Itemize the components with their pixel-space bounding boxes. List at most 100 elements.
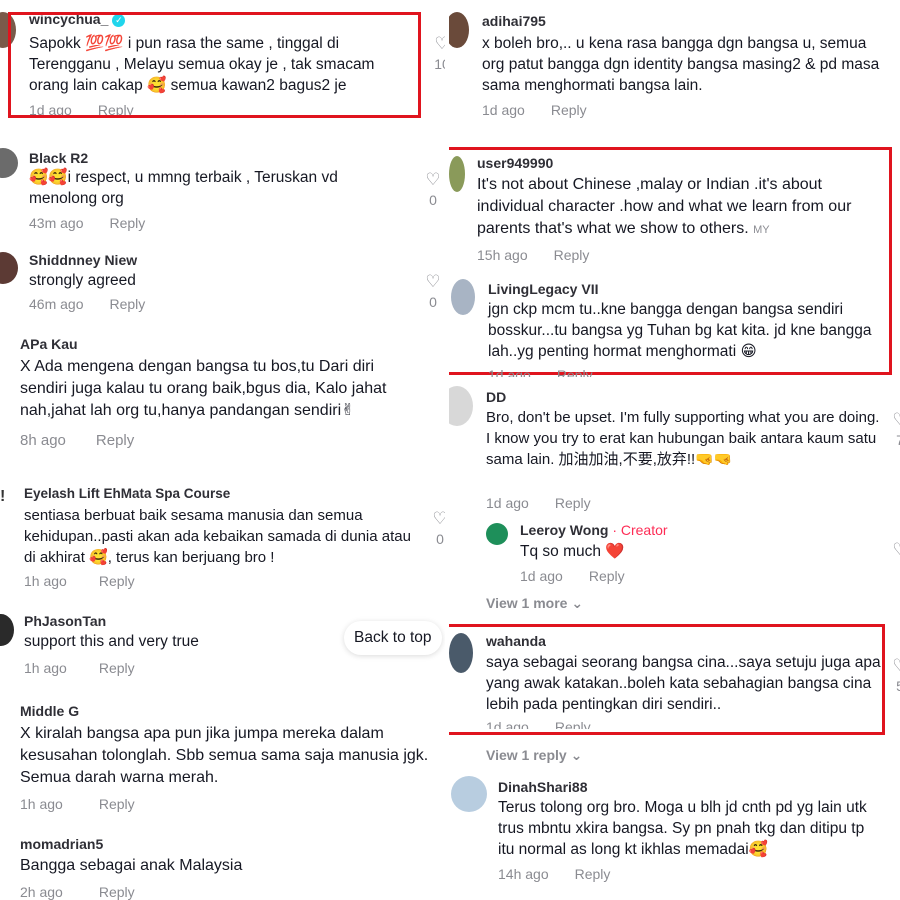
comment-meta: 15h ago Reply	[477, 247, 589, 263]
comment-username[interactable]: PhJasonTan	[24, 613, 106, 629]
reply-button[interactable]: Reply	[99, 660, 135, 676]
comment-time: 2h ago	[20, 884, 63, 900]
comment-meta: 1d ago Reply	[488, 367, 593, 377]
like-button[interactable]: ♡ 0	[423, 273, 443, 313]
comment-text: 🥰🥰i respect, u mmng terbaik , Teruskan v…	[29, 169, 338, 207]
comment-meta: 14h ago Reply	[498, 866, 610, 882]
avatar[interactable]	[449, 12, 469, 48]
comment-time: 1d ago	[488, 367, 531, 377]
comment-meta: 1d ago Reply	[486, 719, 591, 729]
highlight-box	[8, 12, 421, 118]
like-button[interactable]: ♡7	[890, 411, 900, 451]
avatar[interactable]	[449, 633, 473, 673]
comment-time: 1d ago	[520, 568, 563, 584]
comment-text: X Ada mengena dengan bangsa tu bos,tu Da…	[20, 358, 387, 419]
avatar[interactable]	[449, 386, 473, 426]
comment-time: 1h ago	[20, 796, 63, 812]
region-tag: MY	[753, 224, 770, 236]
heart-outline-icon: ♡	[425, 170, 441, 189]
comment-text: strongly agreed	[29, 272, 136, 289]
comment-text: Terus tolong org bro. Moga u blh jd cnth…	[498, 799, 867, 858]
avatar[interactable]	[0, 614, 14, 646]
right-comment-column: adihai795 x boleh bro,.. u kena rasa ban…	[449, 0, 900, 900]
reply-button[interactable]: Reply	[99, 796, 135, 812]
comment-username[interactable]: Black R2	[29, 150, 88, 166]
avatar[interactable]	[0, 148, 18, 178]
like-button[interactable]: ♡ 0	[430, 510, 445, 550]
view-replies-button[interactable]: View 1 reply ⌄	[486, 747, 582, 764]
comment-username[interactable]: wahanda	[486, 633, 546, 649]
avatar[interactable]	[451, 279, 475, 315]
heart-outline-icon: ♡	[890, 657, 900, 675]
comment-time: 14h ago	[498, 866, 549, 882]
reply-button[interactable]: Reply	[109, 215, 145, 231]
avatar[interactable]	[0, 252, 18, 284]
reply-button[interactable]: Reply	[96, 432, 134, 449]
comment-text: sentiasa berbuat baik sesama manusia dan…	[24, 507, 411, 566]
view-more-replies-button[interactable]: View 1 more ⌄	[486, 595, 583, 612]
like-button[interactable]: ♡ 10	[432, 35, 445, 75]
like-button[interactable]: ♡5	[890, 657, 900, 697]
like-count: 0	[429, 294, 437, 310]
avatar[interactable]	[449, 156, 465, 192]
comment-username[interactable]: Eyelash Lift EhMata Spa Course	[24, 486, 230, 501]
comment-username[interactable]: Shiddnney Niew	[29, 252, 137, 268]
comment-username[interactable]: APa Kau	[20, 336, 78, 352]
comment-time: 1d ago	[486, 719, 529, 729]
comment-username[interactable]: user949990	[477, 155, 553, 171]
like-count: 10	[434, 56, 445, 72]
comment-meta: 1h ago Reply	[24, 660, 135, 676]
reply-button[interactable]: Reply	[554, 247, 590, 263]
comment-text: It's not about Chinese ,malay or Indian …	[477, 176, 852, 237]
comment-time: 8h ago	[20, 432, 66, 449]
reply-button[interactable]: Reply	[551, 102, 587, 118]
like-count: 0	[436, 531, 444, 547]
reply-button[interactable]: Reply	[555, 495, 591, 511]
reply-button[interactable]: Reply	[109, 296, 145, 312]
comment-text: Bro, don't be upset. I'm fully supportin…	[486, 409, 880, 468]
comment-time: 1h ago	[24, 573, 67, 589]
heart-outline-icon: ♡	[434, 34, 445, 53]
comment-text: Tq so much ❤️	[520, 543, 625, 560]
heart-outline-icon: ♡	[425, 272, 441, 291]
comment-username[interactable]: DD	[486, 389, 506, 405]
reply-button[interactable]: Reply	[589, 568, 625, 584]
comment-meta: 46m ago Reply	[29, 296, 145, 312]
comment-username[interactable]: Middle G	[20, 703, 79, 719]
comment-meta: 1d ago Reply	[520, 568, 625, 584]
comment-text: jgn ckp mcm tu..kne bangga dengan bangsa…	[488, 301, 872, 360]
creator-badge: · Creator	[612, 522, 668, 538]
reply-button[interactable]: Reply	[555, 719, 591, 729]
comment-text: support this and very true	[24, 633, 199, 650]
reply-button[interactable]: Reply	[575, 866, 611, 882]
comment-username[interactable]: adihai795	[482, 13, 546, 29]
comment-meta: 1h ago Reply	[20, 796, 135, 812]
heart-outline-icon: ♡	[890, 541, 900, 559]
comment-meta: 1h ago Reply	[24, 573, 135, 589]
comment-meta: 1d ago Reply	[486, 495, 591, 511]
comment-time: 1h ago	[24, 660, 67, 676]
back-to-top-button[interactable]: Back to top	[344, 621, 442, 655]
comment-username[interactable]: Leeroy Wong · Creator	[520, 522, 668, 538]
like-button[interactable]: ♡	[890, 541, 900, 559]
comment-text: Bangga sebagai anak Malaysia	[20, 857, 243, 874]
comment-username[interactable]: momadrian5	[20, 836, 103, 852]
comment-time: 43m ago	[29, 215, 84, 231]
comment-text: X kiralah bangsa apa pun jika jumpa mere…	[20, 725, 429, 786]
comment-username[interactable]: LivingLegacy VII	[488, 281, 598, 297]
reply-button[interactable]: Reply	[99, 573, 135, 589]
comment-meta: 2h ago Reply	[20, 884, 135, 900]
reply-button[interactable]: Reply	[99, 884, 135, 900]
comment-time: 15h ago	[477, 247, 528, 263]
heart-outline-icon: ♡	[890, 411, 900, 429]
avatar[interactable]	[486, 523, 508, 545]
like-count: 0	[429, 192, 437, 208]
comment-meta: 1d ago Reply	[482, 102, 587, 118]
reply-button[interactable]: Reply	[557, 367, 593, 377]
comment-meta: 43m ago Reply	[29, 215, 145, 231]
avatar[interactable]: !	[0, 488, 10, 514]
avatar[interactable]	[451, 776, 487, 812]
like-button[interactable]: ♡ 0	[423, 171, 443, 211]
comment-time: 46m ago	[29, 296, 84, 312]
comment-username[interactable]: DinahShari88	[498, 779, 587, 795]
